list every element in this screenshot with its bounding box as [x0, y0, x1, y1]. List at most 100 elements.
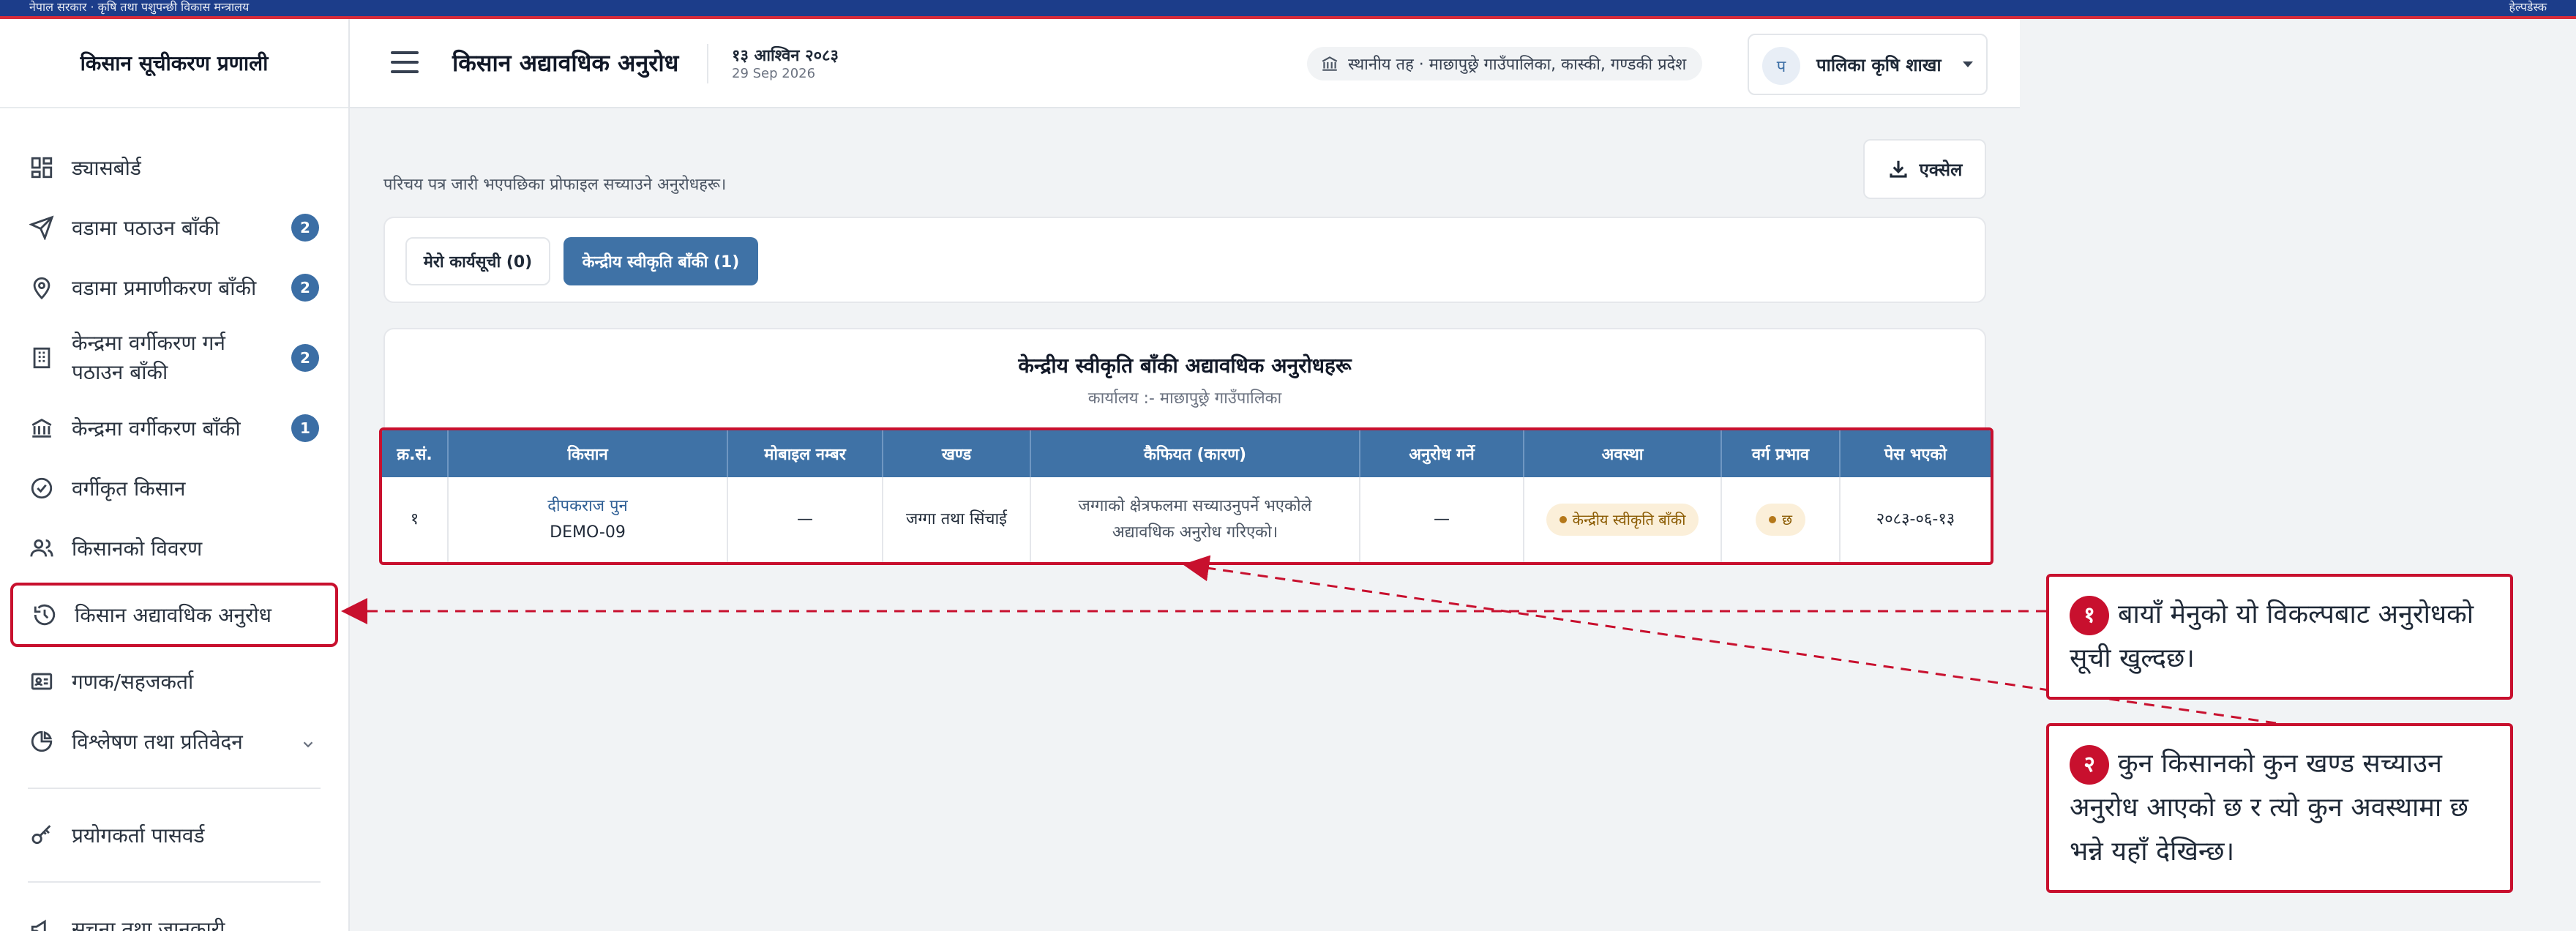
sidebar-item-label: किसानको विवरण: [72, 536, 203, 561]
sidebar: किसान सूचीकरण प्रणाली ड्यासबोर्ड वडामा प…: [0, 19, 350, 931]
page-header: किसान अद्यावधिक अनुरोध १३ आश्विन २०८३ 29…: [350, 19, 2020, 108]
send-icon: [28, 215, 54, 242]
sidebar-item-user-password[interactable]: प्रयोगकर्ता पासवर्ड: [0, 805, 348, 865]
status-label: केन्द्रीय स्वीकृति बाँकी: [1572, 511, 1686, 528]
tabs-card: मेरो कार्यसूची (0) केन्द्रीय स्वीकृति बा…: [383, 217, 1986, 303]
bank-icon: [1320, 54, 1339, 73]
cell-requester: —: [1360, 477, 1524, 562]
col-header-status[interactable]: अवस्था: [1524, 430, 1722, 477]
avatar: प: [1762, 47, 1800, 85]
cell-reason: जग्गाको क्षेत्रफलमा सच्याउनुपर्ने भएकोले…: [1030, 477, 1360, 562]
sidebar-item-label: वर्गीकृत किसान: [72, 476, 186, 501]
farmer-id: DEMO-09: [550, 523, 626, 542]
map-pin-icon: [29, 275, 54, 300]
col-header-section[interactable]: खण्ड: [883, 430, 1031, 477]
download-icon: [1890, 160, 1907, 178]
callout-text: बायाँ मेनुको यो विकल्पबाट अनुरोधको सूची …: [2070, 599, 2474, 673]
sidebar-item-dashboard[interactable]: ड्यासबोर्ड: [0, 138, 348, 198]
top-banner-right-text: हेल्पडेस्क: [2509, 0, 2547, 14]
cell-sn: १: [382, 477, 449, 562]
sidebar-item-label: प्रयोगकर्ता पासवर्ड: [72, 823, 205, 848]
requests-table: क्र.सं. किसान मोबाइल नम्बर खण्ड कैफियत (…: [382, 430, 1991, 562]
cell-submitted: २०८३-०६-१३: [1876, 510, 1955, 528]
app-brand: किसान सूचीकरण प्रणाली: [0, 19, 348, 108]
building-icon: [29, 345, 54, 370]
sidebar-item-ward-send-pending[interactable]: वडामा पठाउन बाँकी 2: [0, 198, 348, 258]
top-banner: नेपाल सरकार · कृषि तथा पशुपन्छी विकास मन…: [0, 0, 2576, 19]
callout-1: १ बायाँ मेनुको यो विकल्पबाट अनुरोधको सूची…: [2046, 574, 2513, 700]
sidebar-item-label: गणक/सहजकर्ता: [72, 670, 194, 694]
callout-2: २ कुन किसानको कुन खण्ड सच्याउन अनुरोध आएक…: [2046, 723, 2513, 893]
count-badge: 2: [291, 274, 319, 302]
sidebar-item-farmer-update-requests[interactable]: किसान अद्यावधिक अनुरोध: [10, 583, 338, 647]
sidebar-item-classified-farmers[interactable]: वर्गीकृत किसान: [0, 458, 348, 518]
sidebar-item-ward-verify-pending[interactable]: वडामा प्रमाणीकरण बाँकी 2: [0, 258, 348, 318]
cell-status: केन्द्रीय स्वीकृति बाँकी: [1524, 477, 1722, 562]
sidebar-item-label: किसान अद्यावधिक अनुरोध: [75, 603, 272, 627]
col-header-submitted[interactable]: पेस भएको: [1840, 430, 1991, 477]
history-icon: [32, 602, 57, 627]
status-dot-icon: [1559, 516, 1567, 523]
key-icon: [29, 823, 54, 848]
page-title: किसान अद्यावधिक अनुरोध: [452, 49, 679, 77]
col-header-farmer[interactable]: किसान: [448, 430, 728, 477]
sidebar-item-enumerators[interactable]: गणक/सहजकर्ता: [0, 651, 348, 711]
sidebar-nav: ड्यासबोर्ड वडामा पठाउन बाँकी 2 वडामा प्र…: [0, 108, 348, 931]
caret-down-icon: [1963, 61, 1973, 67]
table-title: केन्द्रीय स्वीकृति बाँकी अद्यावधिक अनुरो…: [1018, 354, 1352, 378]
callout-number: २: [2070, 745, 2109, 785]
date-english: 29 Sep 2026: [732, 66, 816, 81]
sidebar-item-label: विश्लेषण तथा प्रतिवेदन: [72, 730, 243, 754]
cell-farmer: दीपकराज पुन DEMO-09: [448, 477, 728, 562]
id-card-icon: [29, 669, 54, 694]
users-icon: [29, 536, 54, 561]
class-effect-label: छ: [1781, 511, 1793, 528]
sidebar-divider: [28, 881, 321, 883]
sidebar-divider: [28, 788, 321, 789]
menu-toggle-icon[interactable]: [391, 51, 419, 76]
callout-number: १: [2070, 596, 2109, 635]
user-name: पालिका कृषि शाखा: [1816, 55, 1942, 75]
status-badge: केन्द्रीय स्वीकृति बाँकी: [1546, 504, 1699, 536]
office-label: स्थानीय तह · माछापुछ्रे गाउँपालिका, कास्…: [1348, 56, 1687, 74]
tab-my-worklist[interactable]: मेरो कार्यसूची (0): [405, 237, 550, 285]
sidebar-item-label: केन्द्रमा वर्गीकरण गर्न पठाउन बाँकी: [72, 331, 225, 384]
callout-text: कुन किसानको कुन खण्ड सच्याउन अनुरोध आएको…: [2070, 749, 2468, 867]
export-excel-button[interactable]: एक्सेल: [1863, 139, 1986, 199]
table-subtitle: कार्यालय :- माछापुछ्रे गाउँपालिका: [1087, 389, 1282, 408]
user-menu[interactable]: प पालिका कृषि शाखा: [1748, 34, 1988, 95]
count-badge: 2: [291, 214, 319, 242]
class-effect-badge: छ: [1755, 504, 1806, 536]
cell-mobile: —: [727, 477, 883, 562]
table-row[interactable]: १ दीपकराज पुन DEMO-09 — जग्गा तथा सिंचाई…: [382, 477, 1991, 562]
sidebar-item-center-send-pending[interactable]: केन्द्रमा वर्गीकरण गर्न पठाउन बाँकी 2: [0, 318, 348, 398]
bank-icon: [29, 416, 54, 441]
dashboard-icon: [29, 155, 54, 180]
sidebar-item-label: वडामा पठाउन बाँकी: [72, 216, 220, 240]
table-header-row: क्र.सं. किसान मोबाइल नम्बर खण्ड कैफियत (…: [382, 430, 1991, 477]
megaphone-icon: [29, 916, 54, 931]
chevron-down-icon: [300, 733, 316, 749]
sidebar-item-label: सूचना तथा जानकारी: [72, 917, 225, 931]
sidebar-item-center-classify-pending[interactable]: केन्द्रमा वर्गीकरण बाँकी 1: [0, 398, 348, 458]
sidebar-item-label: ड्यासबोर्ड: [72, 156, 141, 180]
page-description: परिचय पत्र जारी भएपछिका प्रोफाइल सच्याउन…: [383, 176, 727, 194]
export-label: एक्सेल: [1919, 159, 1963, 180]
col-header-requester[interactable]: अनुरोध गर्ने: [1360, 430, 1524, 477]
col-header-mobile[interactable]: मोबाइल नम्बर: [727, 430, 883, 477]
class-effect-dot-icon: [1768, 516, 1776, 523]
count-badge: 1: [291, 414, 319, 442]
col-header-sn[interactable]: क्र.सं.: [382, 430, 449, 477]
sidebar-item-label: केन्द्रमा वर्गीकरण बाँकी: [72, 416, 241, 441]
farmer-name-link[interactable]: दीपकराज पुन: [449, 493, 727, 520]
cell-class-effect: छ: [1721, 477, 1841, 562]
sidebar-item-analysis-reports[interactable]: विश्लेषण तथा प्रतिवेदन: [0, 711, 348, 771]
top-banner-left-text: नेपाल सरकार · कृषि तथा पशुपन्छी विकास मन…: [29, 0, 250, 14]
col-header-reason[interactable]: कैफियत (कारण): [1030, 430, 1360, 477]
sidebar-item-notices[interactable]: सूचना तथा जानकारी: [0, 899, 348, 931]
cell-section: जग्गा तथा सिंचाई: [883, 477, 1031, 562]
sidebar-item-farmer-details[interactable]: किसानको विवरण: [0, 518, 348, 578]
check-circle-icon: [29, 476, 54, 501]
tab-central-approval-pending[interactable]: केन्द्रीय स्वीकृति बाँकी (1): [564, 237, 758, 285]
col-header-class-effect[interactable]: वर्ग प्रभाव: [1721, 430, 1841, 477]
